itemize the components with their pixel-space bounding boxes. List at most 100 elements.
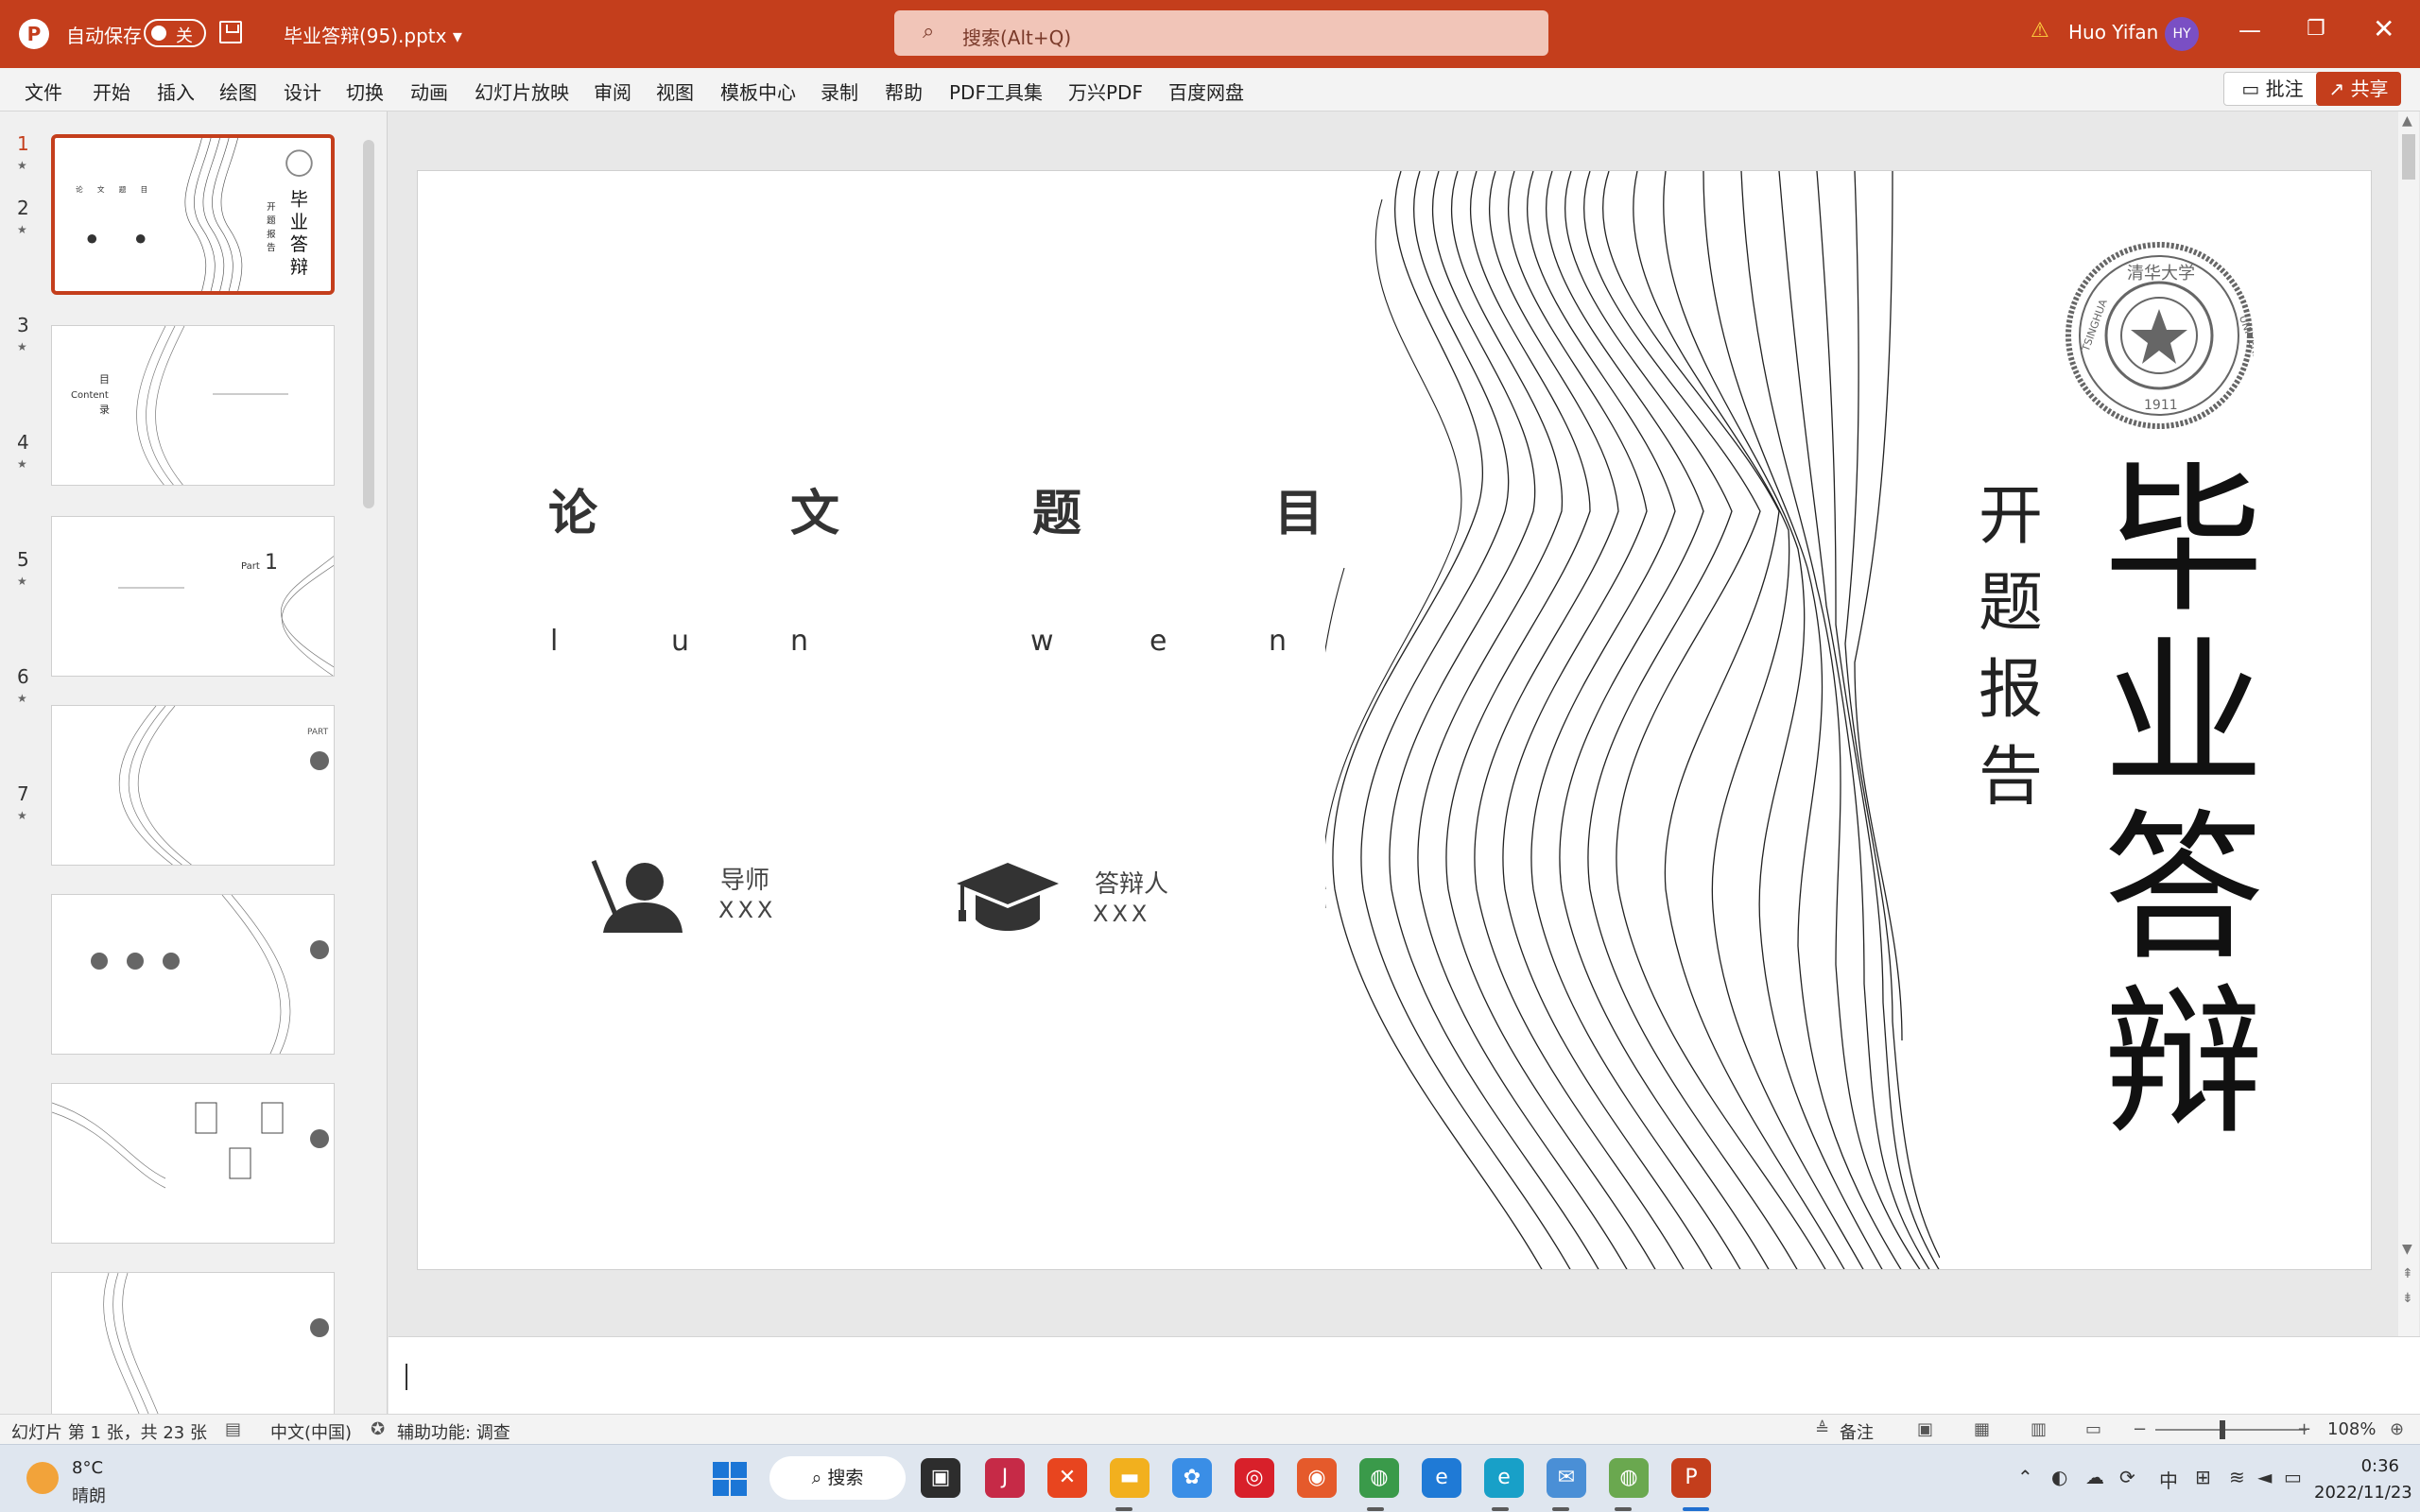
scrollbar-thumb[interactable] xyxy=(2402,134,2415,180)
fit-to-window-icon[interactable]: ⊕ xyxy=(2390,1419,2404,1439)
slide-thumbnail-2[interactable]: 目 Content 录 xyxy=(51,325,335,486)
share-button[interactable]: ↗ 共享 xyxy=(2316,72,2401,106)
clock-date[interactable]: 2022/11/23 xyxy=(2314,1483,2412,1503)
weather-temperature[interactable]: 8°C xyxy=(72,1458,103,1478)
warning-icon[interactable]: ⚠ xyxy=(2031,19,2049,43)
pinyin-char[interactable]: w xyxy=(1030,625,1054,658)
edge-icon[interactable]: e xyxy=(1422,1458,1461,1498)
slide-thumbnail-3[interactable]: Part 1 xyxy=(51,516,335,677)
normal-view-icon[interactable]: ▣ xyxy=(1917,1419,1933,1439)
tab-baidu-netdisk[interactable]: 百度网盘 xyxy=(1168,77,1244,105)
user-name[interactable]: Huo Yifan xyxy=(2068,21,2158,43)
weibo-icon[interactable]: ◉ xyxy=(1297,1458,1337,1498)
notes-pane[interactable] xyxy=(389,1336,2420,1414)
pinyin-char[interactable]: n xyxy=(790,625,808,658)
reading-view-icon[interactable]: ▥ xyxy=(2031,1419,2047,1439)
scroll-down-icon[interactable]: ▼ xyxy=(2402,1242,2412,1257)
taskbar-search[interactable]: ⌕ 搜索 xyxy=(769,1456,906,1500)
tab-help[interactable]: 帮助 xyxy=(885,77,923,105)
vertical-subtitle[interactable]: 开 题 报 告 xyxy=(1968,473,2053,821)
scroll-up-icon[interactable]: ▲ xyxy=(2402,113,2412,129)
thesis-title-char[interactable]: 题 xyxy=(1032,473,1081,544)
restore-icon[interactable]: ❐ xyxy=(2307,17,2325,41)
wifi-icon[interactable]: ≋ xyxy=(2229,1466,2245,1488)
pinyin-char[interactable]: n xyxy=(1269,625,1287,658)
file-name[interactable]: 毕业答辩(95).pptx ▾ xyxy=(284,21,462,48)
tab-home[interactable]: 开始 xyxy=(93,77,130,105)
avatar[interactable]: HY xyxy=(2165,17,2199,51)
tab-template-center[interactable]: 模板中心 xyxy=(720,77,796,105)
onedrive-icon[interactable]: ☁ xyxy=(2085,1466,2104,1488)
previous-slide-icon[interactable]: ⇞ xyxy=(2402,1266,2413,1281)
save-icon[interactable] xyxy=(219,21,242,43)
advisor-role[interactable]: 导师 xyxy=(720,861,769,896)
pinyin-char[interactable]: l xyxy=(550,625,558,658)
tab-draw[interactable]: 绘图 xyxy=(219,77,257,105)
tab-animations[interactable]: 动画 xyxy=(410,77,448,105)
copilot-tray-icon[interactable]: ◐ xyxy=(2051,1466,2067,1488)
zoom-slider-thumb[interactable] xyxy=(2220,1420,2225,1439)
minimize-icon[interactable]: — xyxy=(2238,17,2261,43)
editor-scrollbar[interactable]: ▲ ▼ ⇞ ⇟ xyxy=(2398,112,2419,1336)
sync-icon[interactable]: ⟳ xyxy=(2119,1466,2135,1488)
task-view-icon[interactable]: ▣ xyxy=(921,1458,960,1498)
notes-toggle[interactable]: 备注 xyxy=(1840,1419,1874,1444)
battery-icon[interactable]: ▭ xyxy=(2284,1466,2302,1488)
tab-wanxing-pdf[interactable]: 万兴PDF xyxy=(1068,77,1143,105)
notes-icon[interactable]: ≜ xyxy=(1815,1419,1829,1439)
tab-file[interactable]: 文件 xyxy=(25,77,62,105)
slide-thumbnail-7[interactable] xyxy=(51,1272,335,1414)
search-box[interactable]: ⌕ 搜索(Alt+Q) xyxy=(894,10,1548,56)
jetbrains-icon[interactable]: J xyxy=(985,1458,1025,1498)
thumbnail-scrollbar[interactable] xyxy=(361,130,376,1397)
language-indicator[interactable]: 中文(中国) xyxy=(270,1419,352,1444)
volume-icon[interactable]: ◄ xyxy=(2257,1466,2272,1488)
comment-button[interactable]: ▭ 批注 xyxy=(2223,72,2322,106)
autosave-toggle[interactable]: 关 xyxy=(144,19,206,47)
tab-view[interactable]: 视图 xyxy=(656,77,694,105)
edge-dev-icon[interactable]: e xyxy=(1484,1458,1524,1498)
netease-music-icon[interactable]: ◎ xyxy=(1235,1458,1274,1498)
slide-thumbnail-5[interactable] xyxy=(51,894,335,1055)
accessibility-status[interactable]: 辅助功能: 调查 xyxy=(397,1419,510,1444)
file-explorer-icon[interactable]: ▬ xyxy=(1110,1458,1150,1498)
thesis-title-char[interactable]: 目 xyxy=(1274,473,1323,544)
slide-thumbnail-1[interactable]: 毕 业 答 辩 开 题 报 告 论 文 题 目 xyxy=(51,134,335,295)
advisor-name[interactable]: XXX xyxy=(718,897,776,923)
tab-transitions[interactable]: 切换 xyxy=(346,77,384,105)
thesis-title-char[interactable]: 文 xyxy=(790,473,839,544)
thesis-title-char[interactable]: 论 xyxy=(548,473,597,544)
scrollbar-thumb[interactable] xyxy=(363,140,374,508)
slide-thumbnail-6[interactable] xyxy=(51,1083,335,1244)
outlook-icon[interactable]: ✉ xyxy=(1547,1458,1586,1498)
tab-review[interactable]: 审阅 xyxy=(594,77,631,105)
windows-start-icon[interactable] xyxy=(713,1462,747,1496)
tab-pdf-tools[interactable]: PDF工具集 xyxy=(949,77,1043,105)
spellcheck-icon[interactable]: ▤ xyxy=(225,1419,241,1439)
chrome-profile-icon[interactable]: ◍ xyxy=(1609,1458,1649,1498)
tab-slideshow[interactable]: 幻灯片放映 xyxy=(475,77,569,105)
ime-indicator[interactable]: 中 xyxy=(2159,1466,2178,1493)
zoom-slider[interactable] xyxy=(2155,1429,2307,1431)
defender-name[interactable]: XXX xyxy=(1093,901,1150,927)
xmind-icon[interactable]: ✕ xyxy=(1047,1458,1087,1498)
pinyin-char[interactable]: e xyxy=(1150,625,1167,658)
chrome-icon[interactable]: ◍ xyxy=(1359,1458,1399,1498)
slide-canvas[interactable]: 清华大学 TSINGHUA UNIVERSITY 1911 开 题 报 告 毕 … xyxy=(417,170,2372,1270)
chevron-up-icon[interactable]: ⌃ xyxy=(2017,1466,2033,1488)
vertical-main-title[interactable]: 毕 业 答 辩 xyxy=(2089,455,2278,1150)
zoom-in-icon[interactable]: + xyxy=(2297,1419,2311,1439)
accessibility-icon[interactable]: ✪ xyxy=(371,1419,385,1439)
tab-design[interactable]: 设计 xyxy=(284,77,321,105)
slide-sorter-icon[interactable]: ▦ xyxy=(1974,1419,1990,1439)
close-icon[interactable]: ✕ xyxy=(2373,13,2394,44)
clock-time[interactable]: 0:36 xyxy=(2342,1456,2399,1476)
copilot-icon[interactable]: ✿ xyxy=(1172,1458,1212,1498)
powerpoint-icon[interactable]: P xyxy=(1671,1458,1711,1498)
input-mode-icon[interactable]: ⊞ xyxy=(2195,1466,2211,1488)
next-slide-icon[interactable]: ⇟ xyxy=(2402,1291,2413,1306)
defender-role[interactable]: 答辩人 xyxy=(1095,865,1168,900)
tab-record[interactable]: 录制 xyxy=(821,77,858,105)
pinyin-char[interactable]: u xyxy=(671,625,689,658)
slideshow-icon[interactable]: ▭ xyxy=(2085,1419,2101,1439)
